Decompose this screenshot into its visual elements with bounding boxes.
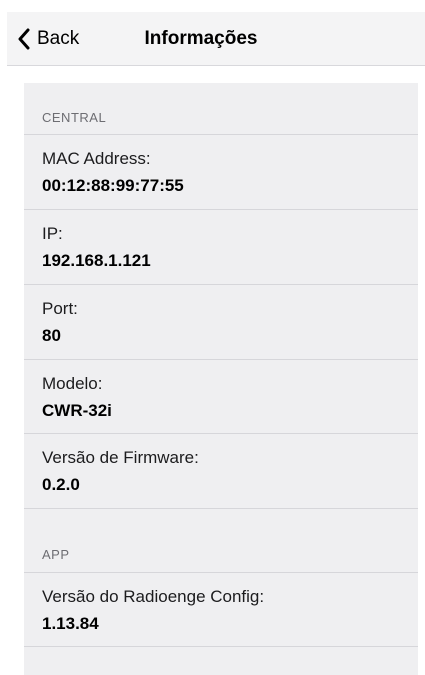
row-label: IP:	[42, 224, 63, 243]
row-label: MAC Address:	[42, 149, 151, 168]
section-divider	[24, 508, 418, 509]
back-label: Back	[37, 28, 80, 49]
row-value: 80	[42, 326, 61, 345]
info-list: CENTRAL MAC Address: 00:12:88:99:77:55 I…	[24, 83, 418, 675]
row-value: 0.2.0	[42, 475, 80, 494]
row-value: CWR-32i	[42, 401, 112, 420]
row-label: Versão de Firmware:	[42, 448, 199, 467]
navigation-bar: Back Informações	[7, 12, 425, 66]
back-button[interactable]: Back	[17, 26, 79, 52]
row-label: Modelo:	[42, 374, 103, 393]
info-row-ip: IP: 192.168.1.121	[24, 209, 418, 283]
info-row-app-version: Versão do Radioenge Config: 1.13.84	[24, 572, 418, 646]
chevron-left-icon	[18, 28, 30, 50]
info-screen: Back Informações CENTRAL MAC Address: 00…	[0, 0, 425, 675]
info-row-firmware-version: Versão de Firmware: 0.2.0	[24, 433, 418, 507]
section-header-app: APP	[42, 547, 70, 562]
info-row-mac-address: MAC Address: 00:12:88:99:77:55	[24, 134, 418, 208]
row-value: 00:12:88:99:77:55	[42, 176, 184, 195]
row-value: 1.13.84	[42, 614, 99, 633]
info-row-modelo: Modelo: CWR-32i	[24, 359, 418, 433]
section-header-central: CENTRAL	[42, 110, 107, 125]
row-value: 192.168.1.121	[42, 251, 151, 270]
page-title: Informações	[144, 28, 258, 49]
info-row-port: Port: 80	[24, 284, 418, 358]
section-divider	[24, 646, 418, 647]
row-label: Port:	[42, 299, 78, 318]
row-label: Versão do Radioenge Config:	[42, 587, 265, 606]
